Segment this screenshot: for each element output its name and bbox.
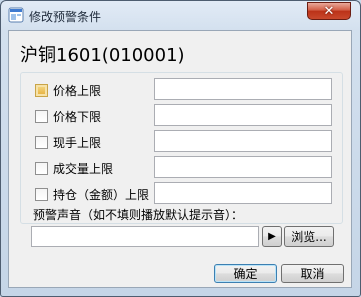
dialog-client-area: 沪铜1601(010001) 价格上限 价格下限 现手上限 成交量上限 持仓（金… bbox=[8, 30, 352, 288]
price-lower-input[interactable] bbox=[154, 104, 332, 126]
dialog-window: 修改预警条件 ✕ 沪铜1601(010001) 价格上限 价格下限 现手上限 成… bbox=[0, 0, 361, 297]
browse-button[interactable]: 浏览... bbox=[284, 226, 334, 247]
price-upper-label: 价格上限 bbox=[53, 84, 102, 98]
position-upper-checkbox[interactable] bbox=[35, 188, 48, 201]
condition-row-price-upper: 价格上限 bbox=[21, 78, 342, 100]
play-icon: ▶ bbox=[268, 231, 276, 242]
condition-row-price-lower: 价格下限 bbox=[21, 104, 342, 126]
lot-upper-label: 现手上限 bbox=[53, 136, 102, 150]
price-upper-checkbox[interactable] bbox=[35, 84, 48, 97]
alert-sound-label: 预警声音（如不填则播放默认提示音）： bbox=[33, 208, 244, 222]
play-sound-button[interactable]: ▶ bbox=[262, 226, 282, 247]
lot-upper-checkbox[interactable] bbox=[35, 136, 48, 149]
app-window-icon bbox=[8, 7, 24, 23]
condition-row-position-upper: 持仓（金额）上限 bbox=[21, 182, 342, 204]
window-title: 修改预警条件 bbox=[29, 10, 102, 24]
close-button[interactable]: ✕ bbox=[307, 2, 351, 20]
volume-upper-input[interactable] bbox=[154, 156, 332, 178]
alert-sound-input[interactable] bbox=[31, 226, 259, 247]
lot-upper-input[interactable] bbox=[154, 130, 332, 152]
price-lower-checkbox[interactable] bbox=[35, 110, 48, 123]
title-bar[interactable]: 修改预警条件 ✕ bbox=[1, 1, 360, 29]
volume-upper-label: 成交量上限 bbox=[53, 162, 114, 176]
conditions-group: 价格上限 价格下限 现手上限 成交量上限 持仓（金额）上限 bbox=[20, 72, 343, 224]
ok-button[interactable]: 确定 bbox=[214, 264, 277, 283]
position-upper-input[interactable] bbox=[154, 182, 332, 204]
price-lower-label: 价格下限 bbox=[53, 110, 102, 124]
volume-upper-checkbox[interactable] bbox=[35, 162, 48, 175]
price-upper-input[interactable] bbox=[154, 78, 332, 100]
position-upper-label: 持仓（金额）上限 bbox=[53, 188, 150, 202]
close-icon: ✕ bbox=[323, 3, 335, 19]
condition-row-lot-upper: 现手上限 bbox=[21, 130, 342, 152]
condition-row-volume-upper: 成交量上限 bbox=[21, 156, 342, 178]
instrument-title: 沪铜1601(010001) bbox=[20, 45, 185, 66]
cancel-button[interactable]: 取消 bbox=[281, 264, 344, 283]
